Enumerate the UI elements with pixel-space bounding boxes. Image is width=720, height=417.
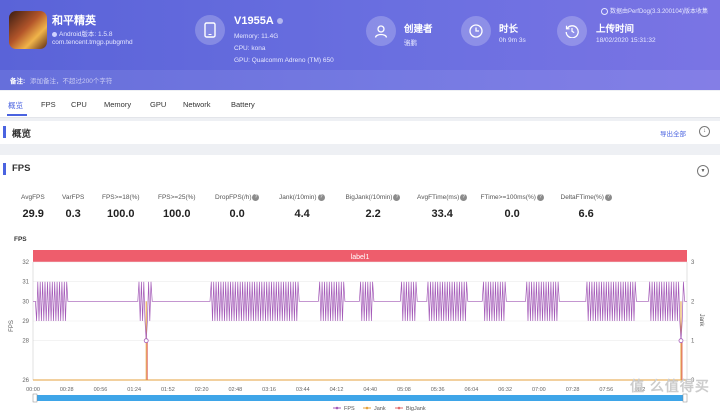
help-icon[interactable]: ?	[393, 194, 401, 201]
stat-label: FPS>=18(%)	[102, 194, 140, 201]
app-os-text: Android版本: 1.5.8	[59, 31, 113, 38]
stat-label-text: DeltaFTime(%)	[560, 194, 604, 202]
export-all-link[interactable]: 导出全部	[660, 128, 686, 138]
export-icon[interactable]: ↓	[699, 126, 710, 137]
collapse-icon[interactable]: ▼	[697, 165, 709, 177]
overview-title: 概览	[12, 129, 32, 140]
device-name-text: V1955A	[234, 15, 274, 27]
stat-label-text: FTime>=100ms(%)	[480, 194, 536, 202]
tab-memory[interactable]: Memory	[104, 100, 131, 109]
app-package: com.tencent.tmgp.pubgmhd	[52, 39, 133, 46]
stat-value: 4.4	[294, 208, 310, 220]
tab-network[interactable]: Network	[183, 100, 211, 109]
app-name: 和平精英	[52, 15, 96, 27]
device-cpu: CPU: kona	[234, 45, 266, 52]
stat-label: AvgFTime(ms)?	[417, 194, 468, 202]
stat-value: 0.3	[65, 208, 81, 220]
stat-value: 2.2	[365, 208, 381, 220]
creator-value: 骆鹏	[404, 40, 417, 47]
tab-fps[interactable]: FPS	[41, 100, 56, 109]
user-icon	[366, 16, 396, 46]
tab-gpu[interactable]: GPU	[150, 100, 166, 109]
stat-label: DeltaFTime(%)?	[561, 194, 612, 201]
chart-title: FPS	[14, 236, 27, 243]
stat-label: AvgFPS	[21, 194, 45, 201]
device-info-icon[interactable]	[276, 18, 283, 25]
tab-overview[interactable]: 概览	[8, 100, 23, 111]
perfdog-icon	[600, 7, 608, 15]
stat-value: 29.9	[22, 208, 44, 220]
stat-value: 0.0	[229, 208, 245, 220]
device-gpu: GPU: Qualcomm Adreno (TM) 650	[234, 57, 334, 64]
stat-value: 100.0	[163, 208, 191, 220]
stat-label-text: AvgFPS	[21, 194, 45, 201]
stat-label-text: FPS>=25(%)	[158, 194, 196, 201]
help-icon[interactable]: ?	[460, 194, 468, 201]
device-memory: Memory: 11.4G	[234, 33, 279, 40]
fps-panel-title: FPS	[12, 163, 31, 174]
stat-label-text: AvgFTime(ms)	[417, 194, 460, 202]
stat-value: 100.0	[107, 208, 135, 220]
app-icon	[9, 11, 47, 49]
tab-battery[interactable]: Battery	[231, 100, 255, 109]
stat-label: DropFPS(/h)?	[215, 194, 260, 202]
upload-value: 18/02/2020 15:31:32	[596, 37, 656, 44]
stat-value: 33.4	[431, 208, 453, 220]
stat-value: 6.6	[578, 208, 594, 220]
note-label: 备注:	[10, 78, 26, 85]
history-icon	[557, 16, 587, 46]
app-os-version: Android版本: 1.5.8	[52, 28, 112, 38]
upload-title: 上传时间	[596, 24, 635, 35]
clock-icon	[461, 16, 491, 46]
help-icon[interactable]: ?	[604, 194, 612, 201]
stat-label: Jank(/10min)?	[279, 194, 325, 201]
help-icon[interactable]: ?	[317, 194, 325, 201]
perfdog-version: 数据由PerfDog(3.3.200104)版本收集	[600, 6, 708, 15]
overview-accent-bar	[3, 126, 6, 138]
fps-accent-bar	[3, 163, 6, 175]
note-input[interactable]: 添加备注，不超过200个字符	[30, 75, 112, 85]
stat-label: BigJank(/10min)?	[346, 194, 401, 201]
perfdog-text: 数据由PerfDog(3.3.200104)版本收集	[609, 9, 708, 15]
stat-label: FTime>=100ms(%)?	[481, 194, 544, 201]
phone-icon	[195, 15, 225, 45]
android-icon	[52, 31, 57, 37]
tab-active-indicator	[7, 114, 27, 116]
help-icon[interactable]: ?	[536, 194, 544, 201]
overview-panel	[0, 121, 720, 144]
tab-cpu[interactable]: CPU	[71, 100, 87, 109]
device-name: V1955A	[234, 15, 283, 27]
duration-value: 0h 9m 3s	[499, 37, 526, 44]
stat-label-text: BigJank(/10min)	[345, 194, 393, 202]
help-icon[interactable]: ?	[252, 194, 260, 201]
stat-label-text: Jank(/10min)	[279, 194, 317, 202]
stat-value: 0.0	[504, 208, 520, 220]
stat-label: FPS>=25(%)	[158, 194, 196, 201]
stat-label-text: DropFPS(/h)	[215, 194, 252, 202]
stat-label-text: VarFPS	[62, 194, 85, 201]
watermark-logo: 值 么值得买	[630, 378, 710, 394]
stat-label-text: FPS>=18(%)	[102, 194, 140, 201]
stat-label: VarFPS	[62, 194, 84, 201]
creator-title: 创建者	[404, 24, 433, 35]
duration-title: 时长	[499, 24, 519, 35]
